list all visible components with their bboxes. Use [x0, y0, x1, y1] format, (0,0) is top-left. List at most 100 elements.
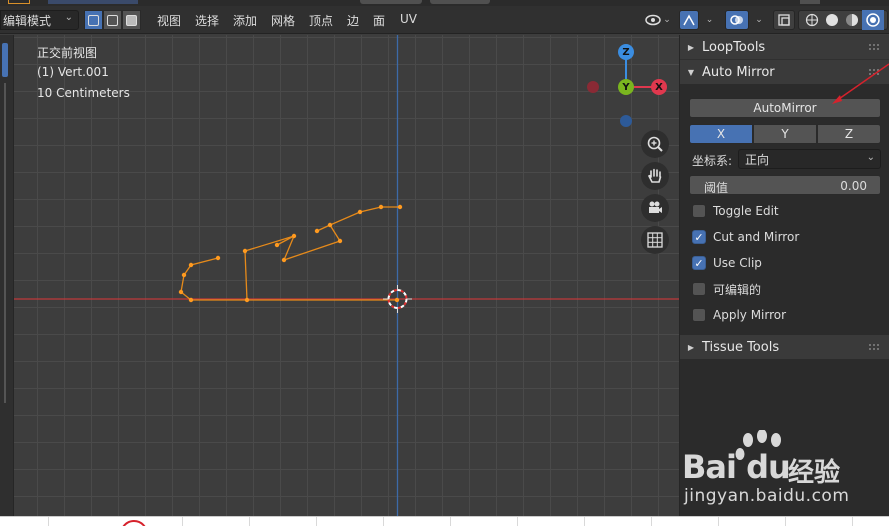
hand-icon [648, 168, 662, 183]
looptools-header[interactable]: ▶ LoopTools [680, 35, 889, 59]
shading-mode-group [798, 10, 888, 30]
option-cut-and-mirror[interactable]: ✓ Cut and Mirror [692, 228, 799, 246]
gizmo-icon [683, 14, 695, 26]
gizmo-toggle-button[interactable] [679, 10, 699, 30]
camera-view-button[interactable] [641, 194, 669, 222]
toolbar-control[interactable] [800, 0, 820, 4]
collapsed-triangle-icon: ▶ [687, 42, 695, 52]
toolbar-control[interactable] [360, 0, 422, 4]
xray-icon [778, 14, 790, 26]
separator [718, 517, 719, 526]
checkbox[interactable] [692, 204, 706, 218]
overlay-dropdown[interactable]: ⌄ [750, 10, 768, 30]
wireframe-shading-button[interactable] [802, 13, 822, 27]
gizmo-dropdown[interactable]: ⌄ [700, 10, 719, 30]
camera-icon [649, 201, 662, 213]
menu-uv[interactable]: UV [400, 12, 417, 26]
threshold-field[interactable]: 阈值 0.00 [689, 175, 881, 195]
zoom-button[interactable] [641, 130, 669, 158]
rendered-icon [866, 13, 880, 27]
3d-viewport[interactable]: Z Y X 正交前视图 (1) Vert.001 10 Centimeters [0, 35, 679, 526]
select-mode-group [84, 10, 141, 30]
automirror-button[interactable]: AutoMirror [689, 98, 881, 118]
chevron-down-icon: ⌄ [663, 15, 671, 25]
grid-scale: 10 Centimeters [37, 86, 130, 100]
perspective-toggle-button[interactable] [641, 226, 669, 254]
separator [249, 517, 250, 526]
edge-select-button[interactable] [103, 10, 122, 30]
mode-strip [48, 0, 138, 4]
drag-grip-icon[interactable] [868, 43, 880, 51]
tissuetools-header[interactable]: ▶ Tissue Tools [680, 335, 889, 359]
option-use-clip[interactable]: ✓ Use Clip [692, 254, 762, 272]
checkbox[interactable] [692, 282, 706, 296]
automirror-header[interactable]: ▼ Auto Mirror [680, 60, 889, 84]
menu-face[interactable]: 面 [373, 12, 385, 29]
checkbox[interactable]: ✓ [692, 256, 706, 270]
orientation-dropdown[interactable]: 正向 ⌄ [738, 149, 881, 169]
toolbar-edge[interactable] [0, 35, 14, 526]
mode-label: 编辑模式 [3, 13, 52, 28]
axis-selector: X Y Z [689, 124, 881, 144]
chevron-down-icon: ⌄ [64, 12, 73, 23]
chevron-down-icon: ⌄ [755, 15, 763, 25]
visibility-dropdown[interactable]: ⌄ [641, 10, 675, 30]
zoom-icon [647, 136, 663, 152]
axis-x-button[interactable]: X [689, 124, 753, 144]
orientation-label: 坐标系: [692, 154, 733, 168]
drag-grip-icon[interactable] [868, 68, 880, 76]
solid-shading-button[interactable] [822, 13, 842, 27]
overlay-toggle-button[interactable] [725, 10, 749, 30]
gizmo-y-handle[interactable]: Y [618, 79, 634, 95]
face-select-button[interactable] [122, 10, 141, 30]
axis-y-button[interactable]: Y [753, 124, 817, 144]
gizmo-z-handle[interactable]: Z [618, 44, 634, 60]
separator [316, 517, 317, 526]
toolbar-scrollbar[interactable] [4, 83, 6, 403]
option-toggle-edit[interactable]: Toggle Edit [692, 202, 779, 220]
separator [383, 517, 384, 526]
separator [651, 517, 652, 526]
menu-view[interactable]: 视图 [157, 12, 181, 29]
menu-add[interactable]: 添加 [233, 12, 257, 29]
orientation-row: 坐标系: 正向 ⌄ [689, 149, 881, 169]
menu-mesh[interactable]: 网格 [271, 12, 295, 29]
grid-icon [647, 232, 663, 248]
watermark-cn: 经验 [788, 458, 841, 488]
checkbox[interactable] [692, 308, 706, 322]
material-icon [846, 14, 858, 26]
separator [48, 517, 49, 526]
vertex-select-icon [88, 14, 99, 26]
menu-edge[interactable]: 边 [347, 12, 359, 29]
mesh-vertices [178, 204, 403, 303]
threshold-label: 阈值 [704, 181, 729, 195]
red-circle-icon [120, 520, 148, 526]
workspace-icon[interactable] [8, 0, 30, 4]
solid-icon [826, 14, 838, 26]
option-apply-mirror[interactable]: Apply Mirror [692, 306, 786, 324]
option-label: 可编辑的 [713, 282, 762, 297]
automirror-body: AutoMirror X Y Z 坐标系: 正向 ⌄ 阈值 0.00 Toggl… [680, 84, 889, 368]
watermark-url: jingyan.baidu.com [684, 486, 850, 506]
edge-select-icon [107, 14, 118, 26]
option-editable[interactable]: 可编辑的 [692, 280, 761, 298]
option-label: Apply Mirror [713, 308, 787, 322]
mode-dropdown[interactable]: 编辑模式 ⌄ [0, 10, 79, 30]
menu-select[interactable]: 选择 [195, 12, 219, 29]
pan-button[interactable] [641, 162, 669, 190]
rendered-shading-button[interactable] [862, 10, 884, 30]
gizmo-x-handle[interactable]: X [651, 79, 667, 95]
menu-vertex[interactable]: 顶点 [309, 12, 333, 29]
active-tool-indicator[interactable] [2, 43, 8, 77]
axis-z-button[interactable]: Z [817, 124, 881, 144]
bottom-strip [0, 516, 889, 526]
checkbox[interactable]: ✓ [692, 230, 706, 244]
xray-toggle-button[interactable] [773, 10, 795, 30]
drag-grip-icon[interactable] [868, 343, 880, 351]
material-shading-button[interactable] [842, 13, 862, 27]
mesh-edges [180, 206, 400, 301]
vertex-select-button[interactable] [84, 10, 103, 30]
separator [450, 517, 451, 526]
toolbar-control[interactable] [430, 0, 490, 4]
face-select-icon [126, 14, 137, 26]
